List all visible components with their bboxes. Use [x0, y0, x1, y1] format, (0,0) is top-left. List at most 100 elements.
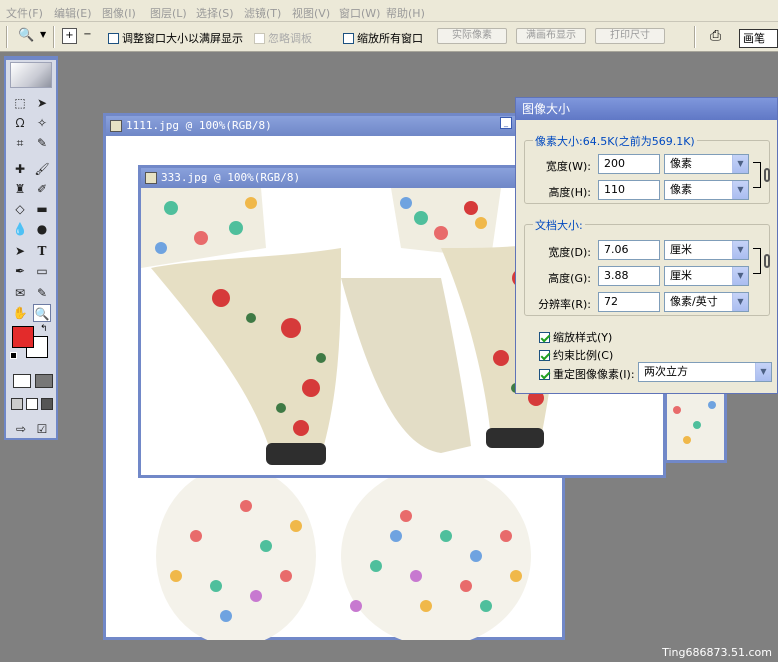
document-icon [110, 120, 122, 132]
options-bar: 🔍 ▼ + − 调整窗口大小以满屏显示 忽略调板 缩放所有窗口 实际像素 满画布… [0, 22, 778, 52]
chevron-down-icon[interactable]: ▼ [732, 241, 748, 259]
constrain-proportions-checkbox[interactable] [539, 350, 550, 361]
constrain-proportions-option[interactable]: 约束比例(C) [539, 347, 613, 363]
doc-height-unit-value: 厘米 [670, 269, 692, 282]
stamp-tool-icon[interactable]: ♜ [11, 180, 29, 198]
menu-filter[interactable]: 滤镜(T) [244, 5, 281, 21]
dialog-title-bar[interactable]: 图像大小 [516, 98, 777, 120]
screen-mode-full-icon[interactable] [41, 398, 53, 410]
pen-tool-icon[interactable]: ✒ [11, 262, 29, 280]
resample-method-select[interactable]: 两次立方 ▼ [638, 362, 772, 382]
chevron-down-icon[interactable]: ▼ [755, 363, 771, 381]
print-size-button[interactable]: 打印尺寸 [595, 28, 665, 44]
brush-tool-icon[interactable]: 🖌 [33, 160, 51, 178]
resample-checkbox[interactable] [539, 369, 550, 380]
document-window-third[interactable] [664, 390, 727, 463]
fit-window-option[interactable]: 调整窗口大小以满屏显示 [108, 30, 243, 46]
gradient-tool-icon[interactable]: ▬ [33, 200, 51, 218]
actual-pixels-button[interactable]: 实际像素 [437, 28, 507, 44]
notes-tool-icon[interactable]: ✉ [11, 284, 29, 302]
ignore-palettes-option[interactable]: 忽略调板 [254, 30, 312, 46]
minimize-button[interactable]: _ [500, 117, 512, 129]
fit-window-label: 调整窗口大小以满屏显示 [122, 32, 243, 45]
scale-styles-option[interactable]: 缩放样式(Y) [539, 329, 612, 345]
screen-mode-standard-icon[interactable] [11, 398, 23, 410]
type-tool-icon[interactable]: T [33, 242, 51, 260]
doc-height-label: 高度(G): [548, 272, 591, 285]
eyedropper-tool-icon[interactable]: ✎ [33, 284, 51, 302]
default-colors-icon[interactable] [10, 352, 17, 359]
healing-brush-tool-icon[interactable]: ✚ [11, 160, 29, 178]
pixel-dimensions-label: 像素大小:64.5K(之前为569.1K) [533, 133, 697, 149]
fit-window-checkbox[interactable] [108, 33, 119, 44]
screen-mode-full-menu-icon[interactable] [26, 398, 38, 410]
fit-screen-button[interactable]: 满画布显示 [516, 28, 586, 44]
shape-tool-icon[interactable]: ▭ [33, 262, 51, 280]
document-title-bar[interactable]: 1111.jpg @ 100%(RGB/8) [106, 116, 562, 136]
menu-window[interactable]: 窗口(W) [339, 5, 380, 21]
doc-height-unit-select[interactable]: 厘米 ▼ [664, 266, 749, 286]
chevron-down-icon[interactable]: ▼ [732, 155, 748, 173]
path-select-tool-icon[interactable]: ➤ [11, 242, 29, 260]
marquee-tool-icon[interactable]: ⬚ [11, 94, 29, 112]
edit-icon[interactable]: ☑ [33, 420, 51, 438]
eraser-tool-icon[interactable]: ◇ [11, 200, 29, 218]
magic-wand-tool-icon[interactable]: ✧ [33, 114, 51, 132]
chevron-down-icon[interactable]: ▼ [732, 267, 748, 285]
resample-option[interactable]: 重定图像像素(I): [539, 366, 635, 382]
ignore-palettes-checkbox[interactable] [254, 33, 265, 44]
swap-colors-icon[interactable]: ↰ [40, 324, 48, 334]
resolution-unit-select[interactable]: 像素/英寸 ▼ [664, 292, 749, 312]
width-input[interactable]: 200 [598, 154, 660, 174]
doc-width-unit-select[interactable]: 厘米 ▼ [664, 240, 749, 260]
menu-edit[interactable]: 编辑(E) [54, 5, 92, 21]
width-unit-select[interactable]: 像素 ▼ [664, 154, 749, 174]
zoom-tool-icon[interactable]: 🔍 [33, 304, 51, 322]
doc-width-input[interactable]: 7.06 [598, 240, 660, 260]
standard-mode-icon[interactable] [13, 374, 31, 388]
zoom-tool-icon[interactable]: 🔍 [18, 28, 34, 43]
doc-height-input[interactable]: 3.88 [598, 266, 660, 286]
divider [53, 26, 55, 48]
chevron-down-icon[interactable]: ▼ [732, 293, 748, 311]
menu-layer[interactable]: 图层(L) [150, 5, 187, 21]
image-size-dialog: 图像大小 像素大小:64.5K(之前为569.1K) 宽度(W): 200 像素… [515, 97, 778, 394]
menu-image[interactable]: 图像(I) [102, 5, 136, 21]
chevron-down-icon[interactable]: ▼ [732, 181, 748, 199]
blur-tool-icon[interactable]: 💧 [11, 220, 29, 238]
quick-mask-mode-icon[interactable] [35, 374, 53, 388]
zoom-all-checkbox[interactable] [343, 33, 354, 44]
menu-view[interactable]: 视图(V) [292, 5, 330, 21]
chevron-down-icon[interactable]: ▼ [40, 30, 46, 39]
menu-file[interactable]: 文件(F) [6, 5, 43, 21]
width-unit-value: 像素 [670, 157, 692, 170]
jump-to-imageready-icon[interactable]: ⇨ [12, 420, 30, 438]
scale-styles-label: 缩放样式(Y) [553, 331, 613, 344]
resolution-unit-value: 像素/英寸 [670, 295, 718, 308]
lasso-tool-icon[interactable]: ᘯ [11, 114, 29, 132]
crop-tool-icon[interactable]: ⌗ [11, 134, 29, 152]
dodge-tool-icon[interactable]: ● [33, 220, 51, 238]
doc-width-label: 宽度(D): [548, 246, 591, 259]
scale-styles-checkbox[interactable] [539, 332, 550, 343]
resolution-input[interactable]: 72 [598, 292, 660, 312]
doc-width-unit-value: 厘米 [670, 243, 692, 256]
constrain-proportions-label: 约束比例(C) [553, 349, 614, 362]
printer-icon[interactable]: ⎙ [710, 28, 721, 44]
move-tool-icon[interactable]: ➤ [33, 94, 51, 112]
document-size-label: 文档大小: [533, 217, 585, 233]
foreground-color-swatch[interactable] [12, 326, 34, 348]
height-unit-select[interactable]: 像素 ▼ [664, 180, 749, 200]
zoom-in-icon[interactable]: + [62, 28, 77, 44]
zoom-out-icon[interactable]: − [80, 28, 95, 44]
brush-palette-tab[interactable]: 画笔 [739, 29, 778, 48]
hand-tool-icon[interactable]: ✋ [11, 304, 29, 322]
history-brush-tool-icon[interactable]: ✐ [33, 180, 51, 198]
menu-help[interactable]: 帮助(H) [386, 5, 425, 21]
height-label: 高度(H): [548, 186, 591, 199]
zoom-all-option[interactable]: 缩放所有窗口 [343, 30, 423, 46]
menu-select[interactable]: 选择(S) [196, 5, 234, 21]
height-input[interactable]: 110 [598, 180, 660, 200]
divider [6, 26, 8, 48]
slice-tool-icon[interactable]: ✎ [33, 134, 51, 152]
